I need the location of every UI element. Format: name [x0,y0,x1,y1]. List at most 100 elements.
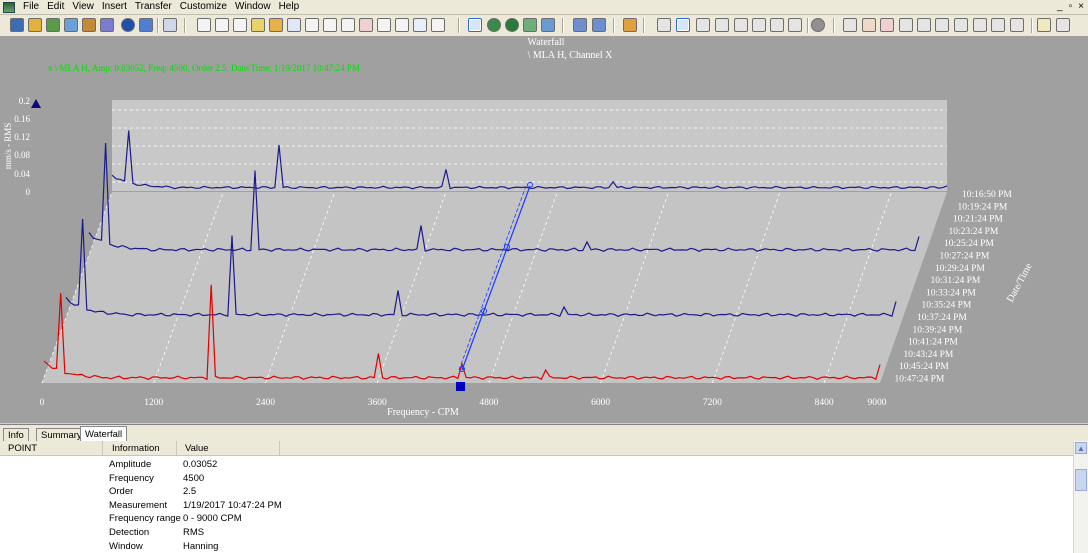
vertical-scrollbar[interactable]: ▲ [1073,441,1088,553]
cursor-harmonic-icon[interactable] [696,18,710,32]
grid-icon[interactable] [657,18,671,32]
toolbar-separator [833,18,835,33]
average-icon[interactable] [991,18,1005,32]
polar-plot-icon[interactable] [323,18,337,32]
annotate-icon[interactable] [843,18,857,32]
info-key: Order [109,486,134,498]
zoom-out-icon[interactable] [880,18,894,32]
database-icon[interactable] [28,18,42,32]
info-key: Measurement [109,499,168,511]
time-label: 10:27:24 PM [940,252,990,262]
phase-plot-icon[interactable] [359,18,373,32]
y-tick-label: 0.2 [19,96,30,106]
cursor-peak-icon[interactable] [734,18,748,32]
y-tick-label: 0.08 [14,150,30,160]
menu-insert[interactable]: Insert [98,0,131,14]
highlight-icon[interactable] [623,18,637,32]
spectrum-plot-icon[interactable] [197,18,211,32]
waveform-plot-icon[interactable] [215,18,229,32]
cursor-handle[interactable] [456,382,465,391]
properties-icon[interactable] [139,18,153,32]
route-icon[interactable] [10,18,24,32]
layout-icon[interactable] [676,18,690,32]
time-axis-label: Date/Time [1005,261,1035,304]
minimize-button[interactable]: _ [1057,0,1063,14]
print-icon[interactable] [163,18,177,32]
zoom-in-icon[interactable] [862,18,876,32]
legend-icon[interactable] [1056,18,1070,32]
bar-plot-icon[interactable] [251,18,265,32]
list-view-icon[interactable] [573,18,587,32]
time-label: 10:33:24 PM [926,288,976,298]
tab-waterfall[interactable]: Waterfall [80,426,128,442]
app-icon[interactable] [3,1,15,13]
sync-icon[interactable] [487,18,501,32]
waterfall-plot[interactable]: Waterfall \ MLA H, Channel X x \ MLA H, … [0,36,1088,423]
x-tick-label: 8400 [815,398,834,408]
info-row: Window Hanning [0,540,1070,553]
menu-bar: File Edit View Insert Transfer Customize… [0,0,1088,15]
time-label: 10:41:24 PM [908,338,958,348]
tab-info[interactable]: Info [3,428,29,441]
compare-icon[interactable] [1010,18,1024,32]
restore-button[interactable]: ▫ [1069,0,1073,14]
info-value: 2.5 [183,486,197,498]
close-button[interactable]: × [1078,0,1084,14]
x-axis-label: Frequency - CPM [387,407,459,418]
menu-window[interactable]: Window [231,0,275,14]
scroll-up-arrow-icon[interactable]: ▲ [1075,442,1087,454]
time-label: 10:23:24 PM [949,227,999,237]
orbit-plot-icon[interactable] [305,18,319,32]
x-tick-label: 7200 [703,398,722,408]
log-scale-icon[interactable] [935,18,949,32]
menu-transfer[interactable]: Transfer [131,0,176,14]
time-label: 10:19:24 PM [958,202,1008,212]
point-icon[interactable] [82,18,96,32]
pan-icon[interactable] [899,18,913,32]
cursor-fault-icon[interactable] [788,18,802,32]
waterfall-view-icon[interactable] [468,18,482,32]
stop-icon[interactable] [811,18,825,32]
export-plot-icon[interactable] [431,18,445,32]
overlay-plot-icon[interactable] [377,18,391,32]
x-axis: 0 1200 2400 3600 4800 6000 7200 8400 9000 [40,398,887,408]
tree-icon[interactable] [46,18,60,32]
y-tick-label: 0.12 [14,132,30,142]
menu-view[interactable]: View [68,0,98,14]
bode-plot-icon[interactable] [341,18,355,32]
x-tick-label: 0 [40,398,45,408]
text-icon[interactable] [1037,18,1051,32]
menu-edit[interactable]: Edit [43,0,68,14]
cursor-delta-icon[interactable] [752,18,766,32]
tag-icon[interactable] [523,18,537,32]
refresh-icon[interactable] [505,18,519,32]
table-plot-icon[interactable] [269,18,283,32]
shaft-plot-icon[interactable] [413,18,427,32]
axis-scale-handle[interactable] [31,99,41,108]
column-point[interactable]: POINT [0,441,103,456]
multi-plot-icon[interactable] [287,18,301,32]
trend-plot-icon[interactable] [233,18,247,32]
cursor-sideband-icon[interactable] [715,18,729,32]
detail-view-icon[interactable] [592,18,606,32]
menu-customize[interactable]: Customize [176,0,231,14]
measurement-icon[interactable] [100,18,114,32]
scale-icon[interactable] [917,18,931,32]
info-key: Frequency [109,472,154,484]
units-icon[interactable] [954,18,968,32]
window-icon[interactable] [973,18,987,32]
toolbar [0,15,1088,37]
machine-icon[interactable] [64,18,78,32]
info-value: 1/19/2017 10:47:24 PM [183,499,282,511]
filter-icon[interactable] [541,18,555,32]
column-information[interactable]: Information [103,441,177,456]
menu-help[interactable]: Help [275,0,304,14]
info-icon[interactable] [121,18,135,32]
x-tick-label: 3600 [368,398,387,408]
cascade-plot-icon[interactable] [395,18,409,32]
menu-file[interactable]: File [19,0,43,14]
scroll-thumb[interactable] [1075,469,1087,491]
cursor-band-icon[interactable] [770,18,784,32]
column-value[interactable]: Value [177,441,280,456]
time-label: 10:47:24 PM [895,375,945,385]
